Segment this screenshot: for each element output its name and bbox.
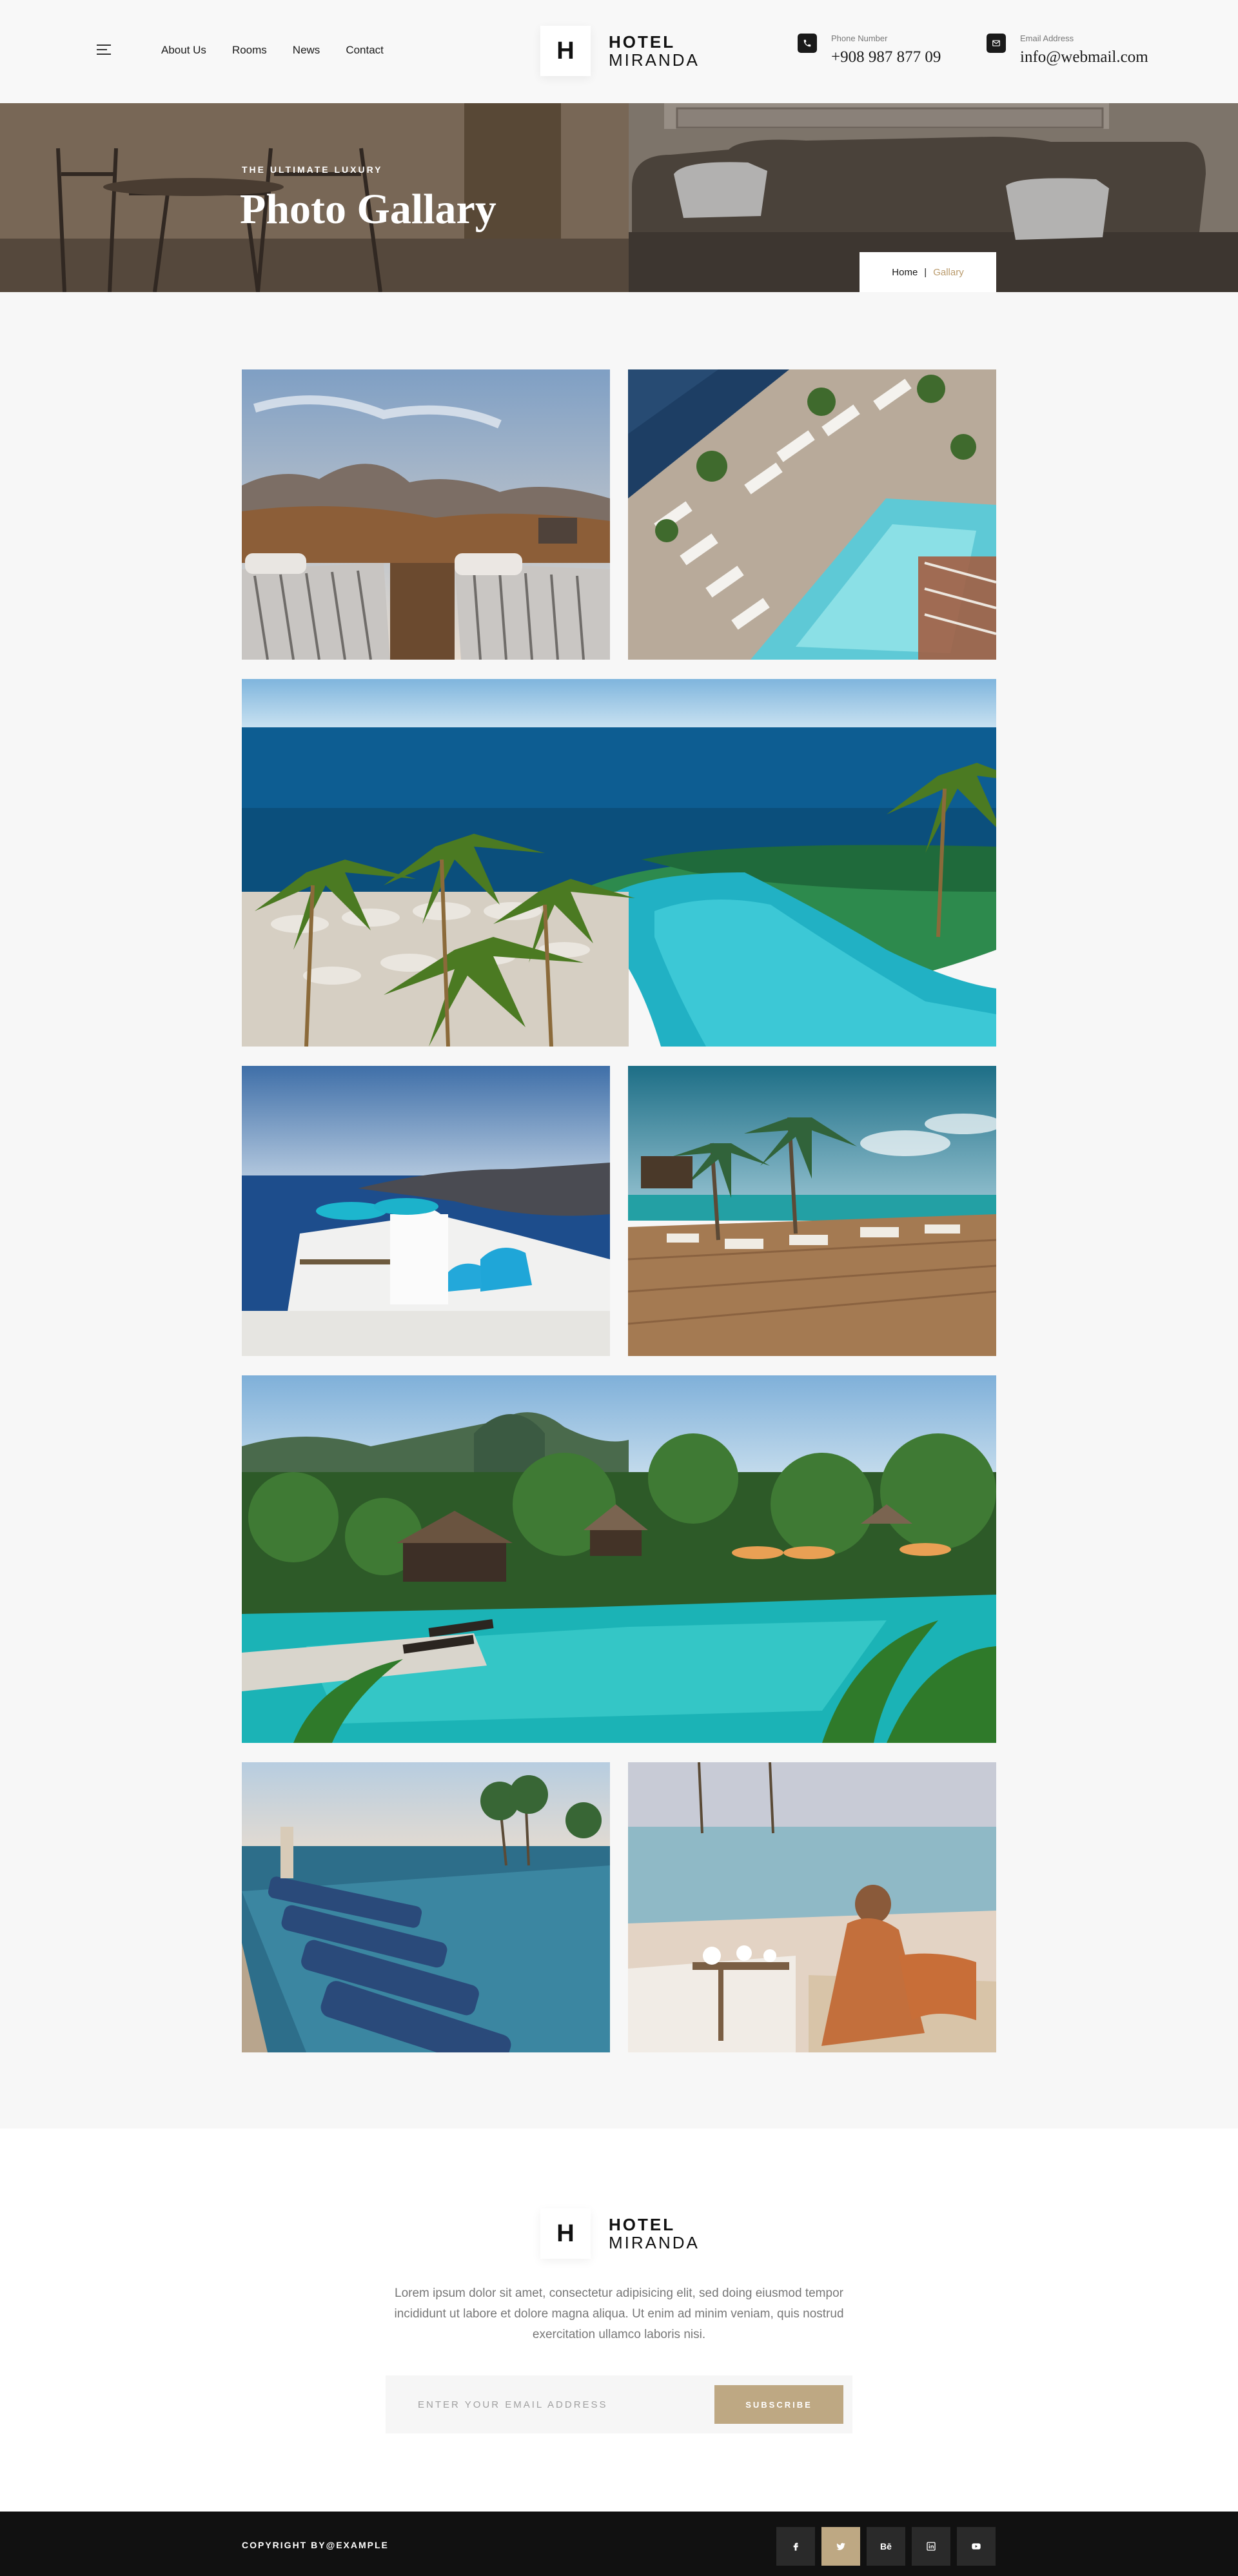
footer-logo-line2: MIRANDA <box>609 2233 700 2252</box>
gallery-image-beach-deck-palms[interactable] <box>628 1066 996 1356</box>
subscribe-button[interactable]: SUBSCRIBE <box>714 2385 843 2424</box>
breadcrumb-separator: | <box>924 266 927 278</box>
behance-icon[interactable]: Bē <box>867 2527 905 2566</box>
footer-logo-mark: H <box>540 2208 591 2259</box>
mail-icon <box>987 34 1006 53</box>
page-title: Photo Gallary <box>240 186 496 233</box>
breadcrumb: Home | Gallary <box>860 252 996 292</box>
nav-news[interactable]: News <box>293 44 320 57</box>
gallery-image-pool-loungers-sunset[interactable] <box>242 1762 610 2052</box>
copyright-text: COPYRIGHT BY@EXAMPLE <box>242 2540 389 2550</box>
phone-value[interactable]: +908 987 877 09 <box>831 48 941 66</box>
gallery-image-poolside-woman-breakfast[interactable] <box>628 1762 996 2052</box>
gallery-image-rooftop-pool-aerial[interactable] <box>628 369 996 660</box>
footer-description: Lorem ipsum dolor sit amet, consectetur … <box>394 2286 844 2341</box>
phone-label: Phone Number <box>831 34 888 43</box>
gallery-image-tropical-resort-pool[interactable] <box>242 1375 996 1743</box>
hamburger-menu-icon[interactable] <box>97 44 111 56</box>
linkedin-icon[interactable] <box>912 2527 950 2566</box>
logo-mark: H <box>540 26 591 76</box>
page-hero: THE ULTIMATE LUXURY Photo Gallary Home |… <box>0 103 1238 292</box>
footer-bottom-bar: COPYRIGHT BY@EXAMPLE Bē <box>0 2512 1238 2576</box>
footer-logo-line1: HOTEL <box>609 2215 676 2234</box>
twitter-icon[interactable] <box>821 2527 860 2566</box>
site-header: About Us Rooms News Contact H HOTEL MIRA… <box>0 0 1238 103</box>
hero-subtitle: THE ULTIMATE LUXURY <box>242 164 383 175</box>
main-nav: About Us Rooms News Contact <box>161 44 384 57</box>
phone-icon <box>798 34 817 53</box>
nav-rooms[interactable]: Rooms <box>232 44 267 57</box>
photo-gallery <box>0 292 1238 2129</box>
logo-line1: HOTEL <box>609 32 676 52</box>
gallery-image-santorini-terrace[interactable] <box>242 1066 610 1356</box>
email-contact: Email Address info@webmail.com <box>987 34 1148 66</box>
nav-contact[interactable]: Contact <box>346 44 384 57</box>
site-footer: H HOTEL MIRANDA Lorem ipsum dolor sit am… <box>0 2129 1238 2512</box>
newsletter-email-input[interactable] <box>386 2375 708 2433</box>
gallery-image-sunbeds-mountain-view[interactable] <box>242 369 610 660</box>
newsletter-form: SUBSCRIBE <box>386 2375 852 2433</box>
breadcrumb-home[interactable]: Home <box>892 267 918 278</box>
nav-about-us[interactable]: About Us <box>161 44 206 57</box>
breadcrumb-current: Gallary <box>933 266 964 278</box>
site-logo[interactable]: H HOTEL MIRANDA <box>540 26 700 76</box>
phone-contact: Phone Number +908 987 877 09 <box>798 34 941 66</box>
logo-line2: MIRANDA <box>609 50 700 70</box>
social-links: Bē <box>776 2527 996 2566</box>
gallery-image-infinity-pool-ocean-palms[interactable] <box>242 679 996 1047</box>
footer-logo[interactable]: H HOTEL MIRANDA <box>540 2208 700 2259</box>
facebook-icon[interactable] <box>776 2527 815 2566</box>
youtube-icon[interactable] <box>957 2527 996 2566</box>
email-value[interactable]: info@webmail.com <box>1020 48 1148 66</box>
email-label: Email Address <box>1020 34 1074 43</box>
